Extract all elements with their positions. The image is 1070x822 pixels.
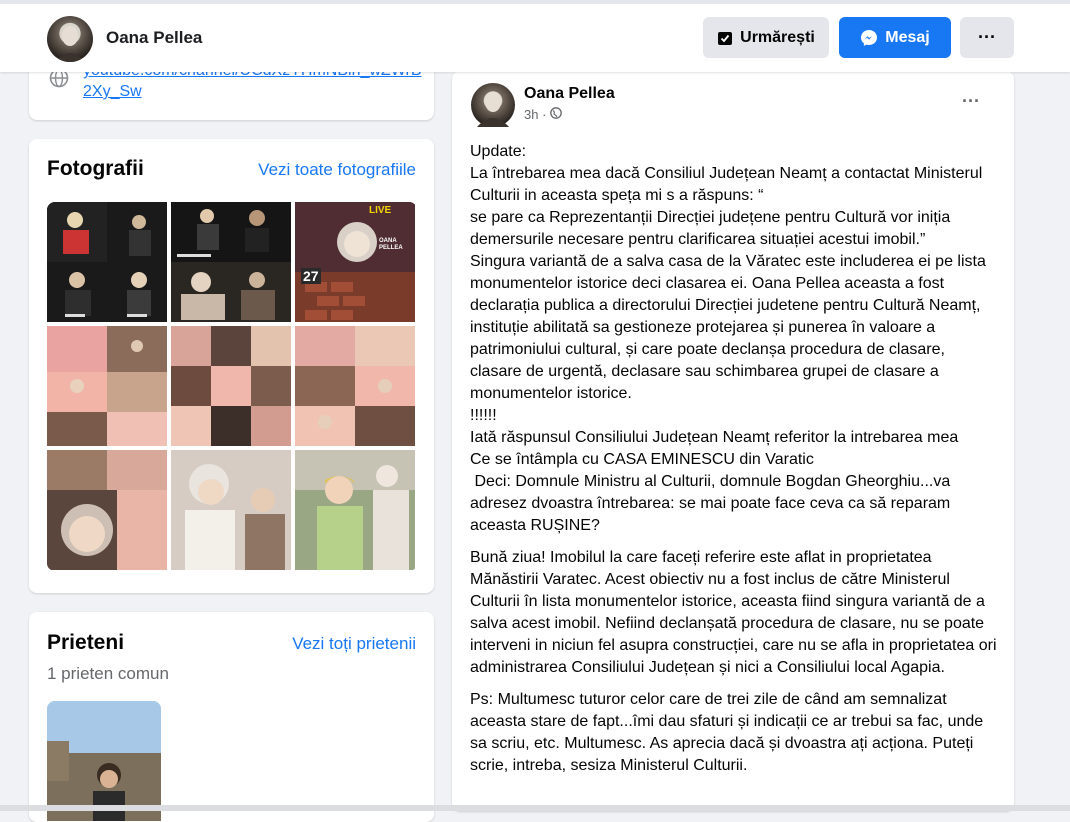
see-all-friends-link[interactable]: Vezi toți prietenii xyxy=(292,634,416,654)
following-button[interactable]: Urmărești xyxy=(703,17,829,58)
mutual-friends-count: 1 prieten comun xyxy=(47,664,169,683)
photo-thumbnail[interactable] xyxy=(171,450,291,570)
photo-thumbnail[interactable] xyxy=(47,326,167,446)
photo-thumbnail[interactable] xyxy=(47,202,167,322)
post-paragraph: Ps: Multumesc tuturor celor care de trei… xyxy=(470,691,988,774)
profile-header-bar: Oana Pellea Urmărești Mesaj ··· xyxy=(0,0,1070,72)
more-dots-icon: ··· xyxy=(962,91,980,111)
public-globe-icon xyxy=(550,107,563,122)
photo-thumbnail-live-poster[interactable]: LIVE OANA PELLEA 27 xyxy=(295,202,415,322)
photos-title: Fotografii xyxy=(47,157,144,180)
more-dots-icon: ··· xyxy=(978,27,996,47)
post-paragraph: Bună ziua! Imobilul la care faceți refer… xyxy=(470,549,1001,676)
message-button[interactable]: Mesaj xyxy=(839,17,951,58)
photo-thumbnail[interactable] xyxy=(47,450,167,570)
poster-name: OANA PELLEA xyxy=(379,238,403,251)
profile-avatar[interactable] xyxy=(47,16,93,62)
top-divider xyxy=(0,0,1070,4)
following-label: Urmărești xyxy=(740,28,815,46)
post-paragraph: Update: La întrebarea mea dacă Consiliul… xyxy=(470,143,986,534)
post-author-name[interactable]: Oana Pellea xyxy=(524,85,615,103)
friend-photo[interactable] xyxy=(47,701,161,821)
see-all-photos-link[interactable]: Vezi toate fotografiile xyxy=(258,160,416,180)
live-label: LIVE xyxy=(369,205,392,216)
post-author-avatar[interactable] xyxy=(471,83,515,127)
photo-thumbnail[interactable] xyxy=(295,326,415,446)
poster-date: 27 xyxy=(301,268,321,284)
message-label: Mesaj xyxy=(885,28,930,46)
friends-title: Prieteni xyxy=(47,631,125,654)
photo-thumbnail[interactable] xyxy=(171,326,291,446)
post-card: Oana Pellea 3h · ··· Update: La întrebar… xyxy=(452,71,1014,811)
photo-thumbnail[interactable] xyxy=(171,202,291,322)
post-meta: 3h · xyxy=(524,107,563,122)
post-options-button[interactable]: ··· xyxy=(962,91,980,112)
photos-grid: LIVE OANA PELLEA 27 xyxy=(47,202,417,571)
header-more-button[interactable]: ··· xyxy=(960,17,1014,58)
friends-card: Prieteni Vezi toți prietenii 1 prieten c… xyxy=(29,612,434,822)
follow-check-icon xyxy=(717,30,733,46)
messenger-icon xyxy=(860,29,878,47)
post-text: Update: La întrebarea mea dacă Consiliul… xyxy=(470,141,1000,787)
photos-card: Fotografii Vezi toate fotografiile LIVE … xyxy=(29,139,434,593)
profile-name[interactable]: Oana Pellea xyxy=(106,28,202,48)
post-timestamp[interactable]: 3h · xyxy=(524,107,546,122)
horizontal-scrollbar[interactable] xyxy=(0,805,1070,811)
photo-thumbnail[interactable] xyxy=(295,450,415,570)
